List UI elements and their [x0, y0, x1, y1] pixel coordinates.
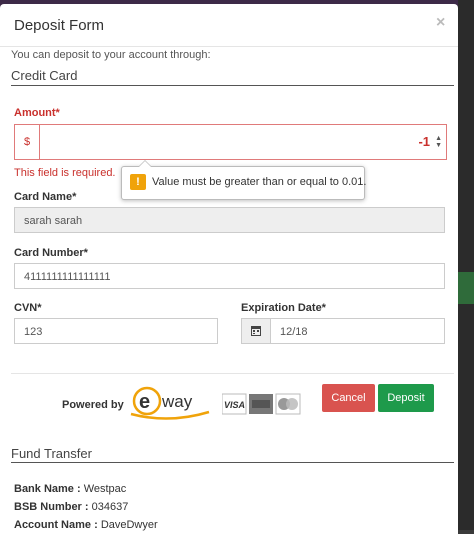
deposit-modal: Deposit Form × You can deposit to your a…	[0, 4, 458, 534]
svg-text:way: way	[161, 392, 193, 411]
powered-by-text: Powered by	[62, 399, 124, 411]
card-number-field[interactable]: 4111111111111111	[14, 263, 445, 289]
bsb-line: BSB Number : 034637	[14, 501, 128, 513]
account-name-line: Account Name : DaveDwyer	[14, 519, 158, 531]
eway-logo-icon: e way	[130, 386, 210, 420]
bank-name-value: Westpac	[83, 483, 127, 495]
fund-transfer-heading: Fund Transfer	[11, 446, 92, 461]
cvn-field[interactable]: 123	[14, 318, 218, 344]
calendar-icon[interactable]	[241, 318, 271, 344]
card-name-label: Card Name*	[14, 191, 77, 203]
backdrop-green-strip	[458, 272, 474, 304]
account-name-label: Account Name :	[14, 519, 98, 531]
bank-name-line: Bank Name : Westpac	[14, 483, 126, 495]
bsb-value: 034637	[91, 501, 129, 513]
cancel-button[interactable]: Cancel	[322, 384, 375, 412]
svg-text:e: e	[139, 391, 150, 413]
modal-title: Deposit Form	[14, 17, 105, 34]
warning-icon: !	[130, 174, 146, 190]
credit-card-heading: Credit Card	[11, 68, 78, 83]
account-name-value: DaveDwyer	[100, 519, 158, 531]
intro-text: You can deposit to your account through:	[11, 49, 211, 61]
deposit-button[interactable]: Deposit	[378, 384, 434, 412]
card-logos-icon: VISA	[222, 393, 301, 415]
number-spinner-icon[interactable]: ▲ ▼	[435, 135, 442, 149]
close-icon[interactable]: ×	[436, 14, 445, 32]
amount-label: Amount*	[14, 107, 60, 119]
amount-value: -1	[418, 134, 430, 149]
card-number-label: Card Number*	[14, 247, 88, 259]
validation-tooltip-text: Value must be greater than or equal to 0…	[152, 176, 367, 188]
backdrop-page	[458, 0, 474, 530]
section-divider	[11, 85, 454, 86]
amount-error: This field is required.	[14, 167, 116, 179]
validation-tooltip: ! Value must be greater than or equal to…	[121, 160, 367, 200]
amount-input[interactable]: $ -1 ▲ ▼	[14, 124, 447, 160]
footer-divider	[11, 373, 454, 374]
cvn-label: CVN*	[14, 302, 42, 314]
bank-name-label: Bank Name :	[14, 483, 81, 495]
expiration-label: Expiration Date*	[241, 302, 326, 314]
expiration-field[interactable]: 12/18	[270, 318, 445, 344]
fund-transfer-divider	[11, 462, 454, 463]
modal-header: Deposit Form ×	[0, 4, 458, 47]
svg-text:VISA: VISA	[224, 400, 245, 410]
currency-addon: $	[15, 125, 40, 159]
card-name-field[interactable]: sarah sarah	[14, 207, 445, 233]
bsb-label: BSB Number :	[14, 501, 89, 513]
